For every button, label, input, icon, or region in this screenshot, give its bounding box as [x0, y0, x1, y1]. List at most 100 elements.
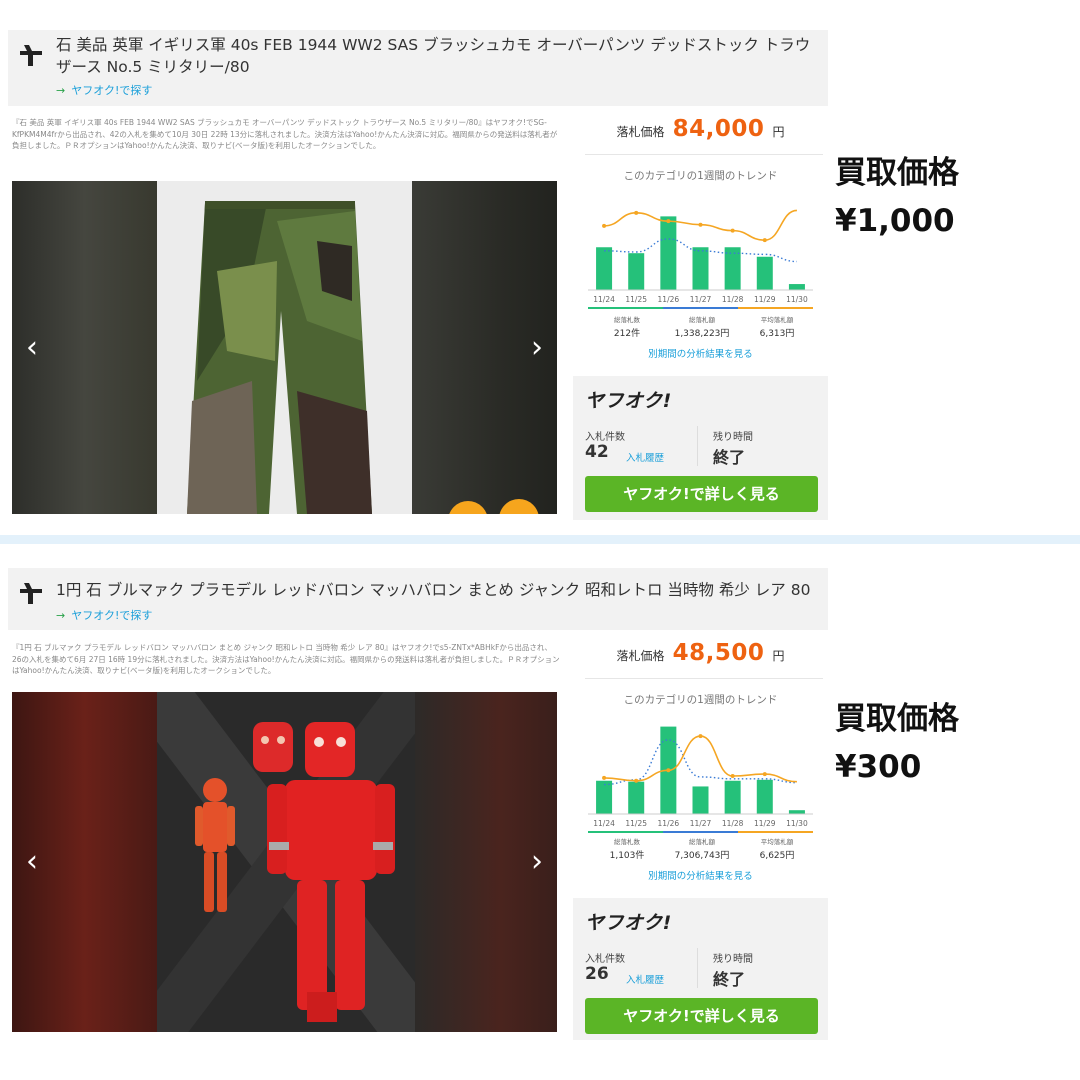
- yahoo-auction-logo-icon: [20, 583, 42, 604]
- stat-value: 1,103件: [609, 851, 645, 861]
- search-link-label: ヤフオク!で探す: [71, 609, 153, 622]
- price-panel: 落札価格 84,000 円 このカテゴリの1週間のトレンド 11/24 11/25…: [573, 106, 828, 520]
- buyback-label: 買取価格: [835, 155, 959, 191]
- bid-history-link[interactable]: 入札履歴: [626, 972, 664, 986]
- photo-main: [157, 181, 412, 514]
- chevron-left-icon[interactable]: ‹: [20, 328, 44, 368]
- stat-average-amount: 平均落札額 6,313円: [741, 314, 813, 339]
- chart-point: [602, 775, 607, 780]
- chart-point: [666, 768, 671, 773]
- analysis-link[interactable]: 別期間の分析結果を見る: [573, 868, 828, 882]
- price-label: 落札価格: [616, 125, 665, 139]
- buyback-label: 買取価格: [835, 701, 959, 737]
- photo-carousel[interactable]: ‹ ›: [12, 181, 557, 514]
- chart-point: [698, 734, 703, 739]
- chart-series-dotted: [604, 739, 797, 786]
- chart-tick-label: 11/29: [754, 819, 776, 828]
- stat-value: 7,306,743円: [674, 851, 730, 861]
- buyback-price: ¥300: [835, 749, 922, 785]
- yahoo-auction-wordmark: ヤフオク!: [585, 390, 672, 412]
- listing-2: 1円 石 ブルマァク プラモデル レッドバロン マッハバロン まとめ ジャンク …: [8, 568, 828, 1043]
- chevron-right-icon[interactable]: ›: [525, 328, 549, 368]
- price-value: 84,000: [672, 116, 765, 142]
- price-unit: 円: [772, 649, 785, 663]
- stat-value: 1,338,223円: [674, 329, 730, 339]
- view-on-yahoo-auction-button[interactable]: ヤフオク!で詳しく見る: [585, 998, 818, 1034]
- chart-point: [762, 238, 767, 243]
- price-value: 48,500: [672, 640, 765, 666]
- chart-tick-label: 11/24: [593, 819, 615, 828]
- chart-bar: [692, 786, 709, 814]
- stat-value: 212件: [613, 329, 641, 339]
- chart-bar: [756, 779, 773, 814]
- divider: [697, 948, 698, 988]
- yahoo-auction-wordmark: ヤフオク!: [585, 912, 672, 934]
- analysis-link[interactable]: 別期間の分析結果を見る: [573, 346, 828, 360]
- chart-tick-label: 11/27: [690, 295, 712, 304]
- chart-stat-underline: [738, 307, 813, 309]
- chart-stat-underline: [663, 831, 738, 833]
- chart-tick-label: 11/28: [722, 819, 744, 828]
- stat-total-count: 総落札数 212件: [591, 314, 663, 339]
- search-link[interactable]: → ヤフオク!で探す: [56, 82, 152, 98]
- chart-bar: [724, 780, 741, 814]
- chart-point: [698, 222, 703, 227]
- price-panel: 落札価格 48,500 円 このカテゴリの1週間のトレンド 11/24 11/25…: [573, 630, 828, 1040]
- chart-tick-label: 11/26: [658, 819, 680, 828]
- listing-description: 『石 美品 英軍 イギリス軍 40s FEB 1944 WW2 SAS ブラッシ…: [12, 118, 558, 151]
- chart-tick-label: 11/25: [625, 295, 647, 304]
- remaining-time-label: 残り時間: [713, 954, 753, 965]
- remaining-time-value: 終了: [713, 448, 746, 467]
- stat-label: 総落札数: [614, 316, 640, 324]
- listing-1: 石 美品 英軍 イギリス軍 40s FEB 1944 WW2 SAS ブラッシュ…: [8, 30, 828, 520]
- stat-label: 平均落札額: [760, 316, 794, 324]
- listing-header: 1円 石 ブルマァク プラモデル レッドバロン マッハバロン まとめ ジャンク …: [8, 568, 828, 630]
- bid-count: 42: [585, 442, 609, 462]
- chevron-right-icon[interactable]: ›: [525, 842, 549, 882]
- photo-carousel[interactable]: ‹ ›: [12, 692, 557, 1032]
- listing-description: 『1円 石 ブルマァク プラモデル レッドバロン マッハバロン まとめ ジャンク…: [12, 643, 560, 676]
- stat-label: 総落札額: [689, 838, 715, 846]
- chart-stat-underline: [588, 307, 663, 309]
- trend-stats: 総落札数 212件 総落札額 1,338,223円 平均落札額 6,313円: [591, 314, 813, 339]
- divider: [585, 678, 823, 679]
- chart-stat-underline: [738, 831, 813, 833]
- chart-tick-label: 11/26: [658, 295, 680, 304]
- chart-tick-label: 11/30: [786, 295, 808, 304]
- bid-count-label: 入札件数: [585, 954, 625, 965]
- photo-main: [133, 692, 439, 1032]
- bid-count-label: 入札件数: [585, 432, 625, 443]
- chevron-left-icon[interactable]: ‹: [20, 842, 44, 882]
- yahoo-auction-logo-icon: [20, 45, 42, 66]
- bid-history-link[interactable]: 入札履歴: [626, 450, 664, 464]
- listing-title[interactable]: 石 美品 英軍 イギリス軍 40s FEB 1944 WW2 SAS ブラッシュ…: [56, 34, 821, 78]
- view-on-yahoo-auction-button[interactable]: ヤフオク!で詳しく見る: [585, 476, 818, 512]
- chart-point: [666, 219, 671, 224]
- stat-label: 総落札額: [689, 316, 715, 324]
- stat-value: 6,625円: [759, 851, 795, 861]
- auction-summary: ヤフオク! 入札件数 42 入札履歴 残り時間 終了 ヤフオク!で詳しく見る: [573, 376, 828, 520]
- chart-point: [730, 228, 735, 233]
- price-label: 落札価格: [616, 649, 665, 663]
- search-link-label: ヤフオク!で探す: [71, 84, 153, 97]
- trousers-image: [187, 201, 372, 514]
- chart-point: [762, 772, 767, 777]
- remaining-time-value: 終了: [713, 970, 746, 989]
- price-row: 落札価格 84,000 円: [573, 116, 828, 142]
- chart-bar: [660, 216, 677, 290]
- stat-total-amount: 総落札額 7,306,743円: [666, 836, 738, 861]
- stat-value: 6,313円: [759, 329, 795, 339]
- stat-label: 総落札数: [614, 838, 640, 846]
- arrow-right-icon: →: [56, 84, 66, 97]
- chart-tick-label: 11/28: [722, 295, 744, 304]
- trend-title: このカテゴリの1週間のトレンド: [623, 694, 778, 706]
- price-row: 落札価格 48,500 円: [573, 640, 828, 666]
- listing-title[interactable]: 1円 石 ブルマァク プラモデル レッドバロン マッハバロン まとめ ジャンク …: [56, 579, 821, 601]
- chart-bar: [692, 247, 709, 290]
- chart-bar: [628, 781, 645, 814]
- chart-point: [602, 223, 607, 228]
- search-link[interactable]: → ヤフオク!で探す: [56, 607, 152, 623]
- chart-tick-label: 11/25: [625, 819, 647, 828]
- chart-tick-label: 11/30: [786, 819, 808, 828]
- trend-chart: 11/24 11/25 11/26 11/27 11/28 11/29 11/30: [588, 209, 813, 309]
